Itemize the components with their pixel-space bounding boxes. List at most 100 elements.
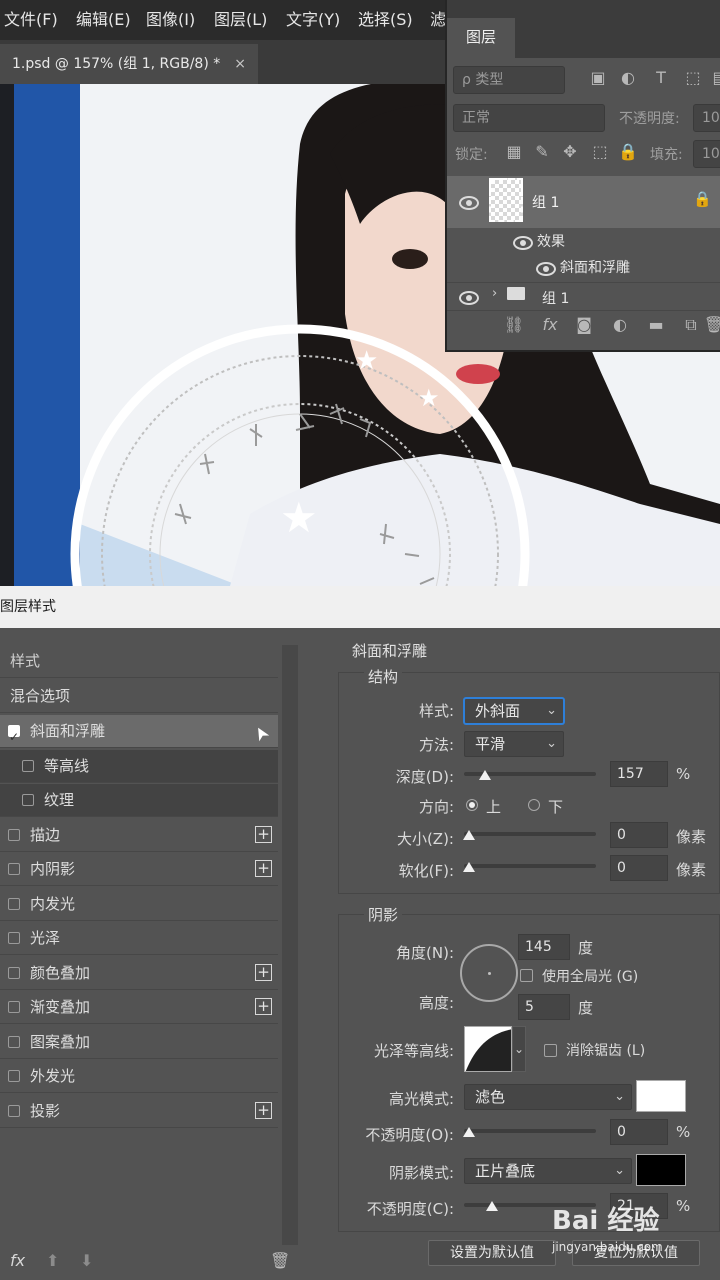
- style-item[interactable]: 等高线: [0, 749, 278, 783]
- blend-options-item[interactable]: 混合选项: [0, 680, 278, 713]
- trash-icon[interactable]: 🗑: [270, 1251, 290, 1270]
- layer-filter-select[interactable]: ρ 类型: [453, 66, 565, 94]
- shadow-opacity-thumb[interactable]: [485, 1201, 498, 1211]
- fx-icon[interactable]: fx: [539, 315, 561, 334]
- visibility-eye-icon[interactable]: [459, 196, 479, 210]
- style-item-checkbox[interactable]: [8, 932, 20, 944]
- style-item-checkbox[interactable]: [8, 1035, 20, 1048]
- menu-select[interactable]: 选择(S): [358, 0, 413, 40]
- soften-slider-thumb[interactable]: [463, 862, 475, 872]
- global-light-checkbox[interactable]: [520, 969, 533, 982]
- style-item[interactable]: 光泽: [0, 922, 278, 955]
- style-item-checkbox[interactable]: [8, 863, 20, 875]
- type-filter-icon[interactable]: T: [650, 68, 672, 87]
- highlight-opacity-input[interactable]: 0: [610, 1119, 668, 1145]
- document-tab[interactable]: 1.psd @ 157% (组 1, RGB/8) * ×: [0, 44, 258, 84]
- close-icon[interactable]: ×: [234, 44, 246, 84]
- style-item[interactable]: 内发光: [0, 887, 278, 921]
- set-default-button[interactable]: 设置为默认值: [428, 1240, 556, 1266]
- layer-row-group-1[interactable]: › 组 1: [447, 282, 720, 311]
- soften-input[interactable]: 0: [610, 855, 668, 881]
- mask-icon[interactable]: ◙: [573, 315, 595, 334]
- fx-icon[interactable]: fx: [10, 1251, 25, 1270]
- layers-tab[interactable]: 图层: [447, 18, 515, 58]
- depth-input[interactable]: 157: [610, 761, 668, 787]
- menu-filter[interactable]: 滤: [430, 0, 446, 40]
- menu-type[interactable]: 文字(Y): [286, 0, 340, 40]
- adjustment-filter-icon[interactable]: ◐: [617, 68, 639, 87]
- size-input[interactable]: 0: [610, 822, 668, 848]
- smart-object-filter-icon[interactable]: ▤: [709, 68, 720, 87]
- menu-layer[interactable]: 图层(L): [214, 0, 267, 40]
- style-item-checkbox[interactable]: [22, 759, 34, 772]
- shape-filter-icon[interactable]: ⬚: [682, 68, 704, 87]
- highlight-opacity-slider[interactable]: [464, 1129, 596, 1133]
- adjustment-icon[interactable]: ◐: [609, 315, 631, 334]
- style-item[interactable]: 颜色叠加 +: [0, 956, 278, 990]
- style-item[interactable]: 图案叠加: [0, 1025, 278, 1059]
- link-icon[interactable]: ⛓: [503, 315, 525, 334]
- menu-file[interactable]: 文件(F): [4, 0, 58, 40]
- style-item-checkbox[interactable]: [22, 794, 34, 806]
- direction-up-radio[interactable]: [466, 799, 478, 811]
- soften-slider[interactable]: [464, 864, 596, 868]
- add-effect-plus-icon[interactable]: +: [255, 825, 272, 843]
- bevel-style-select[interactable]: 外斜面 ⌄: [464, 698, 564, 724]
- chevron-down-icon[interactable]: ⌄: [512, 1026, 526, 1072]
- altitude-input[interactable]: 5: [518, 994, 570, 1020]
- direction-down-radio[interactable]: [528, 799, 540, 811]
- style-item[interactable]: 斜面和浮雕 ➤: [0, 715, 278, 754]
- lock-pixels-icon[interactable]: ✎: [531, 142, 553, 161]
- lock-transparency-icon[interactable]: ▦: [503, 142, 525, 161]
- visibility-eye-icon[interactable]: [459, 291, 479, 305]
- shadow-mode-select[interactable]: 正片叠底 ⌄: [464, 1158, 632, 1184]
- style-item[interactable]: 描边 +: [0, 818, 278, 852]
- layer-effects-row[interactable]: 效果: [447, 228, 720, 254]
- visibility-eye-icon[interactable]: [536, 262, 556, 276]
- lock-position-icon[interactable]: ✥: [559, 142, 581, 161]
- style-item-checkbox[interactable]: [8, 1070, 20, 1082]
- angle-input[interactable]: 145: [518, 934, 570, 960]
- style-item-checkbox[interactable]: [8, 966, 20, 979]
- lock-all-icon[interactable]: 🔒: [617, 142, 639, 161]
- layer-effect-bevel-row[interactable]: 斜面和浮雕: [447, 254, 720, 280]
- styles-header[interactable]: 样式: [0, 645, 278, 678]
- image-filter-icon[interactable]: ▣: [587, 68, 609, 87]
- style-item-checkbox[interactable]: [8, 1001, 20, 1013]
- add-effect-plus-icon[interactable]: +: [255, 860, 272, 877]
- style-list-scrollbar[interactable]: [282, 645, 298, 1245]
- style-item[interactable]: 纹理: [0, 784, 278, 817]
- size-slider[interactable]: [464, 832, 596, 836]
- anti-alias-checkbox[interactable]: [544, 1044, 557, 1057]
- style-item[interactable]: 渐变叠加 +: [0, 991, 278, 1024]
- fill-input[interactable]: 100: [693, 140, 720, 168]
- lock-artboard-icon[interactable]: ⬚: [589, 142, 611, 161]
- layer-row-group-1-selected[interactable]: 组 1 🔒: [447, 176, 720, 228]
- move-down-icon[interactable]: ⬇: [80, 1251, 93, 1270]
- highlight-color-swatch[interactable]: [636, 1080, 686, 1112]
- style-item[interactable]: 外发光: [0, 1060, 278, 1093]
- visibility-eye-icon[interactable]: [513, 236, 533, 250]
- expand-chevron-icon[interactable]: ›: [492, 286, 497, 301]
- style-item-checkbox[interactable]: [8, 828, 20, 841]
- size-slider-thumb[interactable]: [463, 830, 475, 840]
- style-item-checkbox[interactable]: [8, 897, 20, 910]
- angle-dial[interactable]: [460, 944, 518, 1002]
- trash-icon[interactable]: 🗑: [703, 315, 720, 334]
- opacity-input[interactable]: 100: [693, 104, 720, 132]
- depth-slider-thumb[interactable]: [478, 770, 491, 780]
- style-item[interactable]: 内阴影 +: [0, 853, 278, 886]
- blend-mode-select[interactable]: 正常: [453, 104, 605, 132]
- add-effect-plus-icon[interactable]: +: [255, 963, 272, 981]
- menu-edit[interactable]: 编辑(E): [76, 0, 131, 40]
- shadow-color-swatch[interactable]: [636, 1154, 686, 1186]
- highlight-mode-select[interactable]: 滤色 ⌄: [464, 1084, 632, 1110]
- style-item[interactable]: 投影 +: [0, 1094, 278, 1128]
- add-effect-plus-icon[interactable]: +: [255, 1101, 272, 1119]
- menu-image[interactable]: 图像(I): [146, 0, 195, 40]
- add-effect-plus-icon[interactable]: +: [255, 998, 272, 1015]
- new-layer-icon[interactable]: ⧉: [680, 315, 702, 335]
- folder-icon[interactable]: ▬: [645, 315, 667, 334]
- gloss-contour-preview[interactable]: [464, 1026, 512, 1072]
- technique-select[interactable]: 平滑 ⌄: [464, 731, 564, 757]
